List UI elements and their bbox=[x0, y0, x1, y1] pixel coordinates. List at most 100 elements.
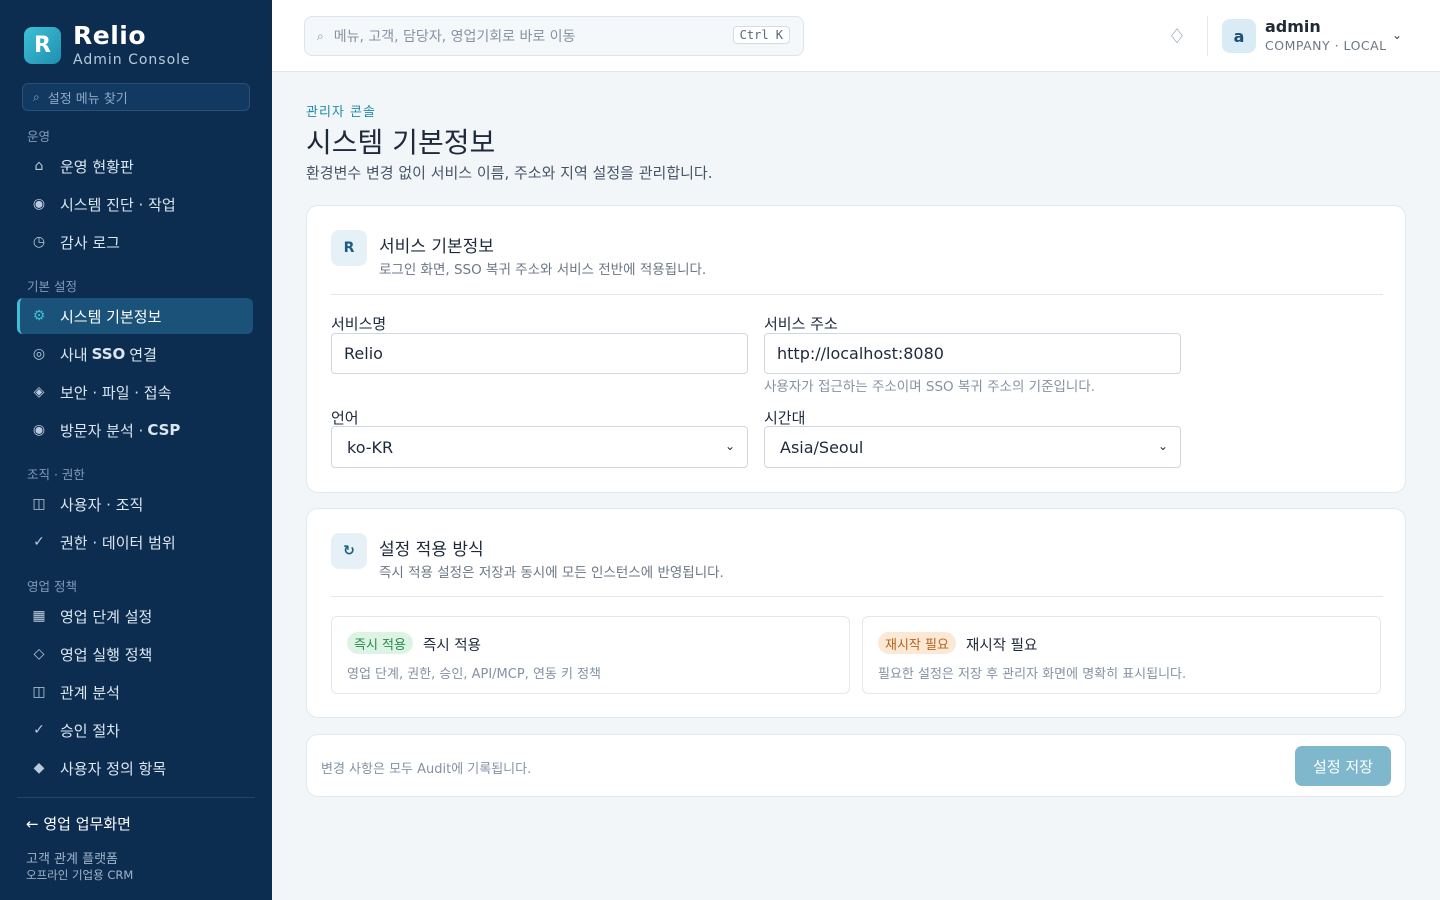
sidebar-item-sales-policy[interactable]: ◇ 영업 실행 정책 bbox=[17, 636, 253, 672]
diamond-solid-icon: ◆ bbox=[33, 760, 45, 776]
card-subtitle: 즉시 적용 설정은 저장과 동시에 모든 인스턴스에 반영됩니다. bbox=[379, 565, 724, 581]
card-divider bbox=[331, 596, 1383, 597]
sidebar-item-security[interactable]: ◈ 보안 · 파일 · 접속 bbox=[17, 374, 253, 410]
sidebar-item-users[interactable]: ◫ 사용자 · 조직 bbox=[17, 486, 253, 522]
brand-logo: R bbox=[24, 27, 61, 64]
save-settings-button[interactable]: 설정 저장 bbox=[1295, 746, 1391, 786]
status-badge: 즉시 적용 bbox=[347, 632, 413, 654]
sidebar-item-permissions[interactable]: ✓ 권한 · 데이터 범위 bbox=[17, 524, 253, 560]
sidebar-item-label: 사용자 · 조직 bbox=[60, 495, 144, 514]
card-title: 서비스 기본정보 bbox=[379, 237, 494, 257]
sidebar: R Relio Admin Console ⌕ 설정 메뉴 찾기 운영 ⌂ 운영… bbox=[0, 0, 272, 900]
sidebar-item-label: 영업 실행 정책 bbox=[60, 645, 153, 664]
sidebar-divider bbox=[17, 797, 255, 798]
refresh-icon: ↻ bbox=[331, 533, 367, 569]
sidebar-item-approval[interactable]: ✓ 승인 절차 bbox=[17, 712, 253, 748]
service-url-input[interactable]: http://localhost:8080 bbox=[764, 333, 1181, 374]
option-title: 재시작 필요 bbox=[966, 638, 1038, 654]
language-select[interactable]: ko-KR ⌄ bbox=[331, 426, 748, 468]
service-name-input[interactable]: Relio bbox=[331, 333, 748, 374]
sidebar-item-label-post: 연결 bbox=[129, 345, 157, 364]
back-to-sales-link[interactable]: ← 영업 업무화면 bbox=[26, 813, 131, 834]
language-value: ko-KR bbox=[347, 437, 394, 457]
network-icon: ◫ bbox=[32, 684, 46, 700]
sidebar-item-label-pre: 방문자 분석 · bbox=[60, 421, 144, 440]
sidebar-item-custom-fields[interactable]: ◆ 사용자 정의 항목 bbox=[17, 750, 253, 786]
brand-name: Relio bbox=[73, 21, 147, 50]
search-icon: ⌕ bbox=[33, 89, 40, 104]
option-description: 영업 단계, 권한, 승인, API/MCP, 연동 키 정책 bbox=[347, 667, 602, 682]
sidebar-item-label-bold: SSO bbox=[91, 345, 126, 363]
sidebar-search-input[interactable]: ⌕ 설정 메뉴 찾기 bbox=[22, 83, 250, 111]
language-label: 언어 bbox=[331, 409, 359, 427]
sidebar-item-analytics-csp[interactable]: ◉ 방문자 분석 · CSP bbox=[17, 412, 253, 448]
user-name[interactable]: admin bbox=[1265, 17, 1321, 36]
timezone-select[interactable]: Asia/Seoul ⌄ bbox=[764, 426, 1181, 468]
sidebar-item-dashboard[interactable]: ⌂ 운영 현황판 bbox=[17, 148, 253, 184]
timezone-value: Asia/Seoul bbox=[780, 437, 864, 457]
grid-icon: ▦ bbox=[32, 608, 46, 624]
sidebar-item-label-bold: CSP bbox=[147, 421, 181, 439]
sidebar-item-label: 사용자 정의 항목 bbox=[60, 759, 167, 778]
card-divider bbox=[331, 294, 1383, 295]
pulse-icon: ◉ bbox=[32, 196, 46, 212]
option-title: 즉시 적용 bbox=[423, 638, 481, 654]
page-title: 시스템 기본정보 bbox=[306, 126, 496, 159]
check-icon: ✓ bbox=[33, 722, 45, 738]
save-bar: 변경 사항은 모두 Audit에 기록됩니다. 설정 저장 bbox=[306, 734, 1406, 797]
nav-group-label: 기본 설정 bbox=[27, 279, 77, 294]
breadcrumb[interactable]: 관리자 콘솔 bbox=[306, 101, 376, 120]
card-title: 설정 적용 방식 bbox=[379, 540, 484, 560]
brand[interactable]: R Relio Admin Console bbox=[24, 22, 191, 68]
avatar[interactable]: a bbox=[1222, 19, 1256, 53]
check-icon: ✓ bbox=[33, 534, 45, 550]
target-icon: ◎ bbox=[32, 346, 46, 362]
shortcut-hint: Ctrl K bbox=[732, 26, 790, 44]
sidebar-item-audit-log[interactable]: ◷ 감사 로그 bbox=[17, 224, 253, 260]
sidebar-item-sso[interactable]: ◎ 사내 SSO 연결 bbox=[17, 336, 253, 372]
service-url-label: 서비스 주소 bbox=[764, 315, 838, 333]
status-badge: 재시작 필요 bbox=[878, 632, 956, 654]
sidebar-item-label: 보안 · 파일 · 접속 bbox=[60, 383, 172, 402]
page-description: 환경변수 변경 없이 서비스 이름, 주소와 지역 설정을 관리합니다. bbox=[306, 164, 713, 182]
sidebar-item-relationship[interactable]: ◫ 관계 분석 bbox=[17, 674, 253, 710]
topbar-divider bbox=[1207, 16, 1208, 56]
service-info-card: R 서비스 기본정보 로그인 화면, SSO 복귀 주소와 서비스 전반에 적용… bbox=[306, 205, 1406, 493]
apply-option-restart: 재시작 필요 재시작 필요 필요한 설정은 저장 후 관리자 화면에 명확히 표… bbox=[862, 616, 1381, 694]
sidebar-item-label-pre: 사내 bbox=[60, 345, 88, 364]
notification-icon[interactable]: ♢ bbox=[1168, 24, 1186, 48]
brand-subtitle: Admin Console bbox=[73, 52, 191, 68]
sidebar-item-label: 영업 단계 설정 bbox=[60, 607, 153, 626]
audit-note: 변경 사항은 모두 Audit에 기록됩니다. bbox=[321, 762, 532, 777]
topbar: ⌕ 메뉴, 고객, 담당자, 영업기회로 바로 이동 Ctrl K ♢ a ad… bbox=[272, 0, 1440, 72]
sidebar-item-label: 승인 절차 bbox=[60, 721, 120, 740]
apply-option-immediate: 즉시 적용 즉시 적용 영업 단계, 권한, 승인, API/MCP, 연동 키… bbox=[331, 616, 850, 694]
service-name-label: 서비스명 bbox=[331, 315, 387, 333]
service-url-help: 사용자가 접근하는 주소이며 SSO 복귀 주소의 기준입니다. bbox=[764, 379, 1096, 395]
sidebar-item-sales-stages[interactable]: ▦ 영업 단계 설정 bbox=[17, 598, 253, 634]
option-description: 필요한 설정은 저장 후 관리자 화면에 명확히 표시됩니다. bbox=[878, 667, 1187, 682]
sidebar-item-label: 운영 현황판 bbox=[60, 157, 134, 176]
user-meta: COMPANY · LOCAL bbox=[1265, 38, 1387, 53]
sidebar-item-diagnostics[interactable]: ◉ 시스템 진단 · 작업 bbox=[17, 186, 253, 222]
timezone-label: 시간대 bbox=[764, 409, 806, 427]
sidebar-item-label: 권한 · 데이터 범위 bbox=[60, 533, 176, 552]
sidebar-footer-title: 고객 관계 플랫폼 bbox=[26, 852, 118, 867]
diamond-icon: ◈ bbox=[33, 384, 45, 400]
sidebar-item-label: 시스템 진단 · 작업 bbox=[60, 195, 176, 214]
sidebar-item-system-info[interactable]: ⚙ 시스템 기본정보 bbox=[17, 298, 253, 334]
sidebar-item-label: 시스템 기본정보 bbox=[60, 307, 162, 326]
diamond-outline-icon: ◇ bbox=[33, 646, 45, 662]
eye-icon: ◉ bbox=[32, 422, 46, 438]
chevron-down-icon: ⌄ bbox=[724, 439, 735, 453]
users-icon: ◫ bbox=[32, 496, 46, 512]
nav-group-label: 운영 bbox=[27, 129, 51, 144]
clock-icon: ◷ bbox=[32, 234, 46, 250]
sidebar-footer-subtitle: 오프라인 기업용 CRM bbox=[26, 868, 134, 882]
chevron-down-icon[interactable]: ⌄ bbox=[1392, 28, 1402, 42]
apply-mode-card: ↻ 설정 적용 방식 즉시 적용 설정은 저장과 동시에 모든 인스턴스에 반영… bbox=[306, 508, 1406, 718]
home-icon: ⌂ bbox=[34, 158, 44, 174]
global-search-input[interactable]: ⌕ 메뉴, 고객, 담당자, 영업기회로 바로 이동 Ctrl K bbox=[304, 16, 804, 56]
nav-group-label: 조직 · 권한 bbox=[27, 467, 85, 482]
sidebar-item-label: 감사 로그 bbox=[60, 233, 120, 252]
